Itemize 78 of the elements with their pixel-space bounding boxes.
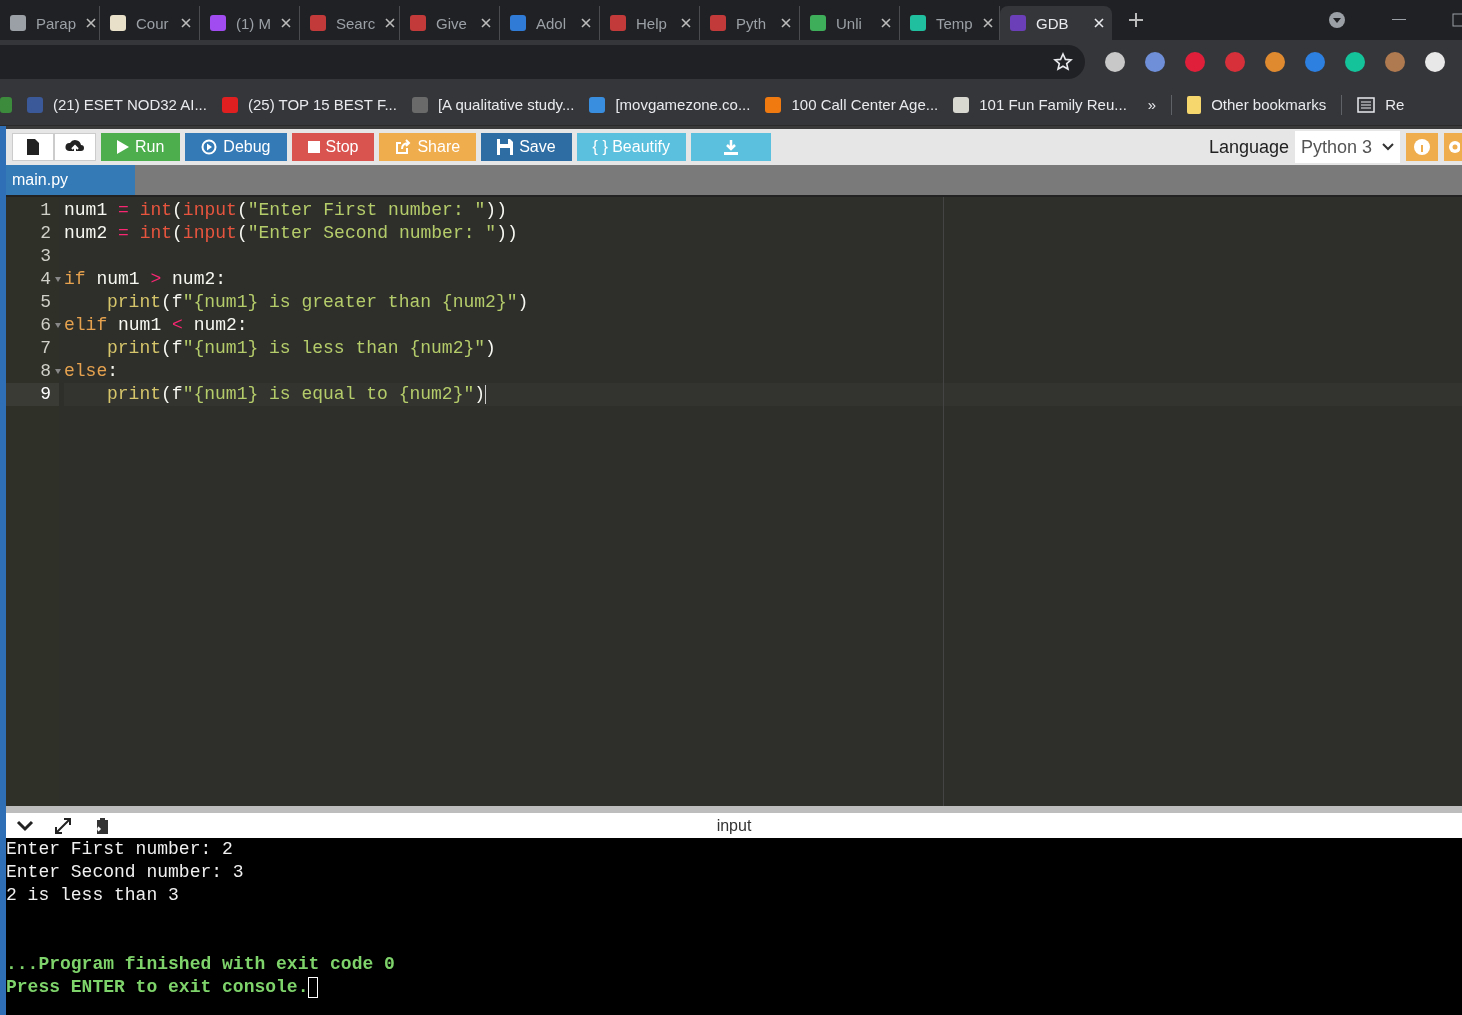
save-button[interactable]: Save: [481, 133, 572, 161]
line-number: 3: [39, 245, 52, 268]
fold-arrow-icon[interactable]: [55, 277, 61, 282]
code-line: print(f"{num1} is equal to {num2}"): [106, 384, 486, 404]
extension-icon[interactable]: [1105, 52, 1125, 72]
language-select[interactable]: Python 3: [1295, 131, 1400, 163]
console-line: Press ENTER to exit console.: [6, 977, 309, 997]
minimize-icon[interactable]: [1392, 19, 1406, 21]
maximize-icon[interactable]: [1452, 13, 1462, 27]
code-line: num2 = int(input("Enter Second number: ")): [64, 223, 518, 243]
bookmark-folder[interactable]: Other bookmarks: [1187, 95, 1327, 114]
console-line: ...Program finished with exit code 0: [6, 954, 395, 974]
bookmark[interactable]: [A qualitative study...: [411, 96, 575, 113]
more-bookmarks[interactable]: »: [1147, 96, 1157, 113]
chevron-down-icon: [1382, 143, 1394, 151]
close-icon[interactable]: [681, 18, 691, 28]
new-tab-icon[interactable]: [1128, 12, 1144, 28]
star-icon[interactable]: [1053, 52, 1073, 72]
line-number: 9: [6, 383, 59, 406]
reading-list[interactable]: Re: [1357, 96, 1405, 113]
code-line: elif num1 < num2:: [64, 315, 248, 335]
line-number: 4: [6, 268, 59, 291]
chevron-down-icon[interactable]: [16, 819, 34, 832]
fold-arrow-icon[interactable]: [55, 369, 61, 374]
list-icon: [1357, 96, 1376, 113]
console-line: Enter Second number: 3: [6, 862, 244, 882]
share-icon: [395, 139, 412, 155]
close-icon[interactable]: [281, 18, 291, 28]
play-icon: [117, 140, 129, 154]
bookmark[interactable]: 100 Call Center Age...: [765, 96, 939, 113]
line-number: 2: [39, 222, 52, 245]
close-icon[interactable]: [385, 18, 396, 28]
language-label: Language: [1208, 136, 1289, 158]
close-icon[interactable]: [481, 18, 491, 28]
close-icon[interactable]: [881, 18, 891, 28]
stop-icon: [307, 141, 320, 153]
close-icon[interactable]: [86, 18, 97, 28]
expand-icon[interactable]: [54, 816, 72, 835]
code-line: if num1 > num2:: [64, 269, 227, 289]
code-line: else:: [64, 361, 119, 381]
settings-icon: [1446, 138, 1460, 156]
line-number: 1: [39, 199, 52, 222]
tab-search-icon[interactable]: [1328, 11, 1346, 29]
upload-button[interactable]: [54, 133, 96, 161]
file-icon: [27, 139, 39, 155]
fold-arrow-icon[interactable]: [55, 323, 61, 328]
text-cursor: [485, 384, 487, 404]
file-tab[interactable]: main.py: [6, 165, 135, 195]
download-icon: [723, 139, 739, 155]
browser-tab[interactable]: GDB: [1000, 6, 1112, 40]
bookmark[interactable]: (25) TOP 15 BEST F...: [221, 96, 397, 113]
play-circle-icon: [201, 139, 218, 155]
bookmark-icon[interactable]: [0, 96, 12, 113]
code-line: num1 = int(input("Enter First number: ")): [64, 200, 507, 220]
close-icon[interactable]: [581, 18, 591, 28]
code-line: print(f"{num1} is greater than {num2}"): [106, 292, 529, 312]
close-icon[interactable]: [982, 18, 993, 28]
line-number: 5: [39, 291, 52, 314]
bookmark[interactable]: 101 Fun Family Reu...: [953, 96, 1127, 113]
folder-icon: [1187, 95, 1202, 114]
close-icon[interactable]: [781, 18, 791, 28]
new-file-button[interactable]: [12, 133, 54, 161]
close-icon[interactable]: [181, 18, 191, 28]
line-number: 8: [6, 360, 59, 383]
extension-icon[interactable]: [1265, 52, 1285, 72]
info-icon: [1413, 138, 1431, 156]
line-number: 7: [39, 337, 52, 360]
bookmark[interactable]: [movgamezone.co...: [589, 96, 751, 113]
extension-icon[interactable]: [1425, 52, 1445, 72]
stop-button[interactable]: Stop: [291, 133, 375, 161]
code-line: print(f"{num1} is less than {num2}"): [106, 338, 496, 358]
debug-button[interactable]: Debug: [185, 133, 287, 161]
line-number: 6: [6, 314, 59, 337]
console-line: Enter First number: 2: [6, 839, 233, 859]
console-line: 2 is less than 3: [6, 885, 179, 905]
bookmark[interactable]: (21) ESET NOD32 AI...: [27, 96, 207, 113]
extension-icon[interactable]: [1345, 52, 1365, 72]
console-title: input: [716, 816, 752, 835]
